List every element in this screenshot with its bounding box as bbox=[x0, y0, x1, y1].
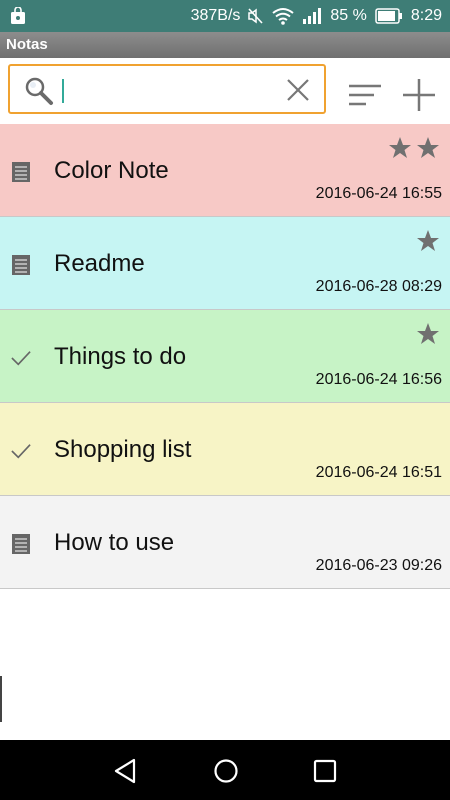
search-toolbar bbox=[0, 58, 450, 124]
note-stars bbox=[416, 322, 440, 346]
navigation-bar bbox=[0, 740, 450, 800]
star-icon bbox=[417, 230, 439, 251]
title-bar: Notas bbox=[0, 32, 450, 58]
notes-list: Color Note 2016-06-24 16:55 Readme 2016-… bbox=[0, 124, 450, 589]
note-item[interactable]: Things to do 2016-06-24 16:56 bbox=[0, 310, 450, 403]
battery-percent: 85 % bbox=[330, 7, 367, 24]
add-note-icon[interactable] bbox=[402, 78, 436, 112]
home-icon[interactable] bbox=[213, 758, 239, 784]
recent-apps-icon[interactable] bbox=[313, 759, 337, 783]
note-date: 2016-06-28 08:29 bbox=[315, 278, 442, 295]
note-date: 2016-06-24 16:51 bbox=[315, 464, 442, 481]
status-bar: 387B/s 85 % 8:29 bbox=[0, 0, 450, 32]
signal-icon bbox=[303, 8, 322, 24]
note-date: 2016-06-23 09:26 bbox=[315, 557, 442, 574]
app-title: Notas bbox=[6, 36, 48, 53]
clear-icon[interactable] bbox=[286, 78, 310, 102]
star-icon bbox=[417, 137, 439, 158]
text-note-icon bbox=[12, 534, 30, 554]
note-item[interactable]: Shopping list 2016-06-24 16:51 bbox=[0, 403, 450, 496]
note-title: Color Note bbox=[54, 157, 169, 184]
battery-icon bbox=[375, 8, 402, 24]
note-title: Readme bbox=[54, 250, 145, 277]
sort-icon[interactable] bbox=[348, 84, 382, 108]
note-item[interactable]: How to use 2016-06-23 09:26 bbox=[0, 496, 450, 589]
note-title: Things to do bbox=[54, 343, 187, 370]
search-input[interactable] bbox=[60, 74, 284, 106]
note-date: 2016-06-24 16:55 bbox=[315, 185, 442, 202]
clock: 8:29 bbox=[410, 7, 442, 24]
note-item[interactable]: Readme 2016-06-28 08:29 bbox=[0, 217, 450, 310]
note-stars bbox=[416, 229, 440, 253]
search-icon bbox=[25, 77, 53, 105]
mute-icon bbox=[248, 8, 263, 24]
text-note-icon bbox=[12, 162, 30, 182]
wifi-icon bbox=[272, 8, 295, 25]
checkmark-icon bbox=[11, 351, 31, 366]
note-item[interactable]: Color Note 2016-06-24 16:55 bbox=[0, 124, 450, 217]
note-title: How to use bbox=[54, 529, 175, 556]
note-stars bbox=[388, 136, 440, 160]
star-icon bbox=[417, 323, 439, 344]
notification-bag-icon bbox=[11, 7, 25, 24]
back-icon[interactable] bbox=[112, 758, 138, 784]
note-date: 2016-06-24 16:56 bbox=[315, 371, 442, 388]
note-title: Shopping list bbox=[54, 436, 192, 463]
text-note-icon bbox=[12, 255, 30, 275]
checkmark-icon bbox=[11, 444, 31, 459]
search-box[interactable] bbox=[8, 64, 326, 114]
star-icon bbox=[389, 137, 411, 158]
network-speed: 387B/s bbox=[190, 7, 241, 24]
edge-line bbox=[0, 676, 2, 722]
